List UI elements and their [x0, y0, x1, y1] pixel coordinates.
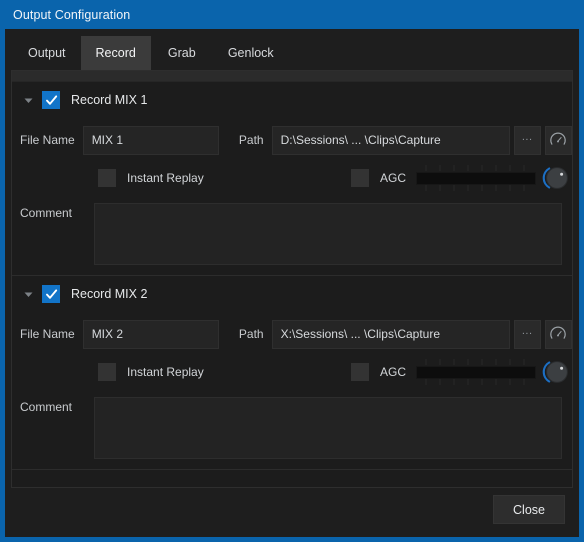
record-mix-2-options-row: Instant Replay AGC [12, 357, 572, 387]
record-mix-1-comment-row: Comment [12, 203, 572, 275]
record-mix-1-options-row: Instant Replay AGC [12, 163, 572, 193]
record-mix-2-instant-replay-checkbox[interactable] [98, 363, 116, 381]
tab-output[interactable]: Output [13, 36, 81, 70]
close-button[interactable]: Close [493, 495, 565, 524]
record-mix-1-instant-replay-label: Instant Replay [127, 171, 204, 185]
record-mix-2-gain-knob[interactable] [542, 357, 572, 387]
record-mix-2-agc-checkbox[interactable] [350, 363, 369, 381]
record-mix-1-comment-input[interactable] [94, 203, 562, 265]
record-mix-2-comment-label: Comment [20, 400, 73, 414]
record-mix-2-section: Record MIX 2 File Name MIX 2 Path X:\Ses… [12, 276, 572, 470]
record-mix-2-enable-checkbox[interactable] [42, 285, 60, 303]
record-mix-1-agc-label: AGC [379, 171, 406, 185]
record-mix-1-meter-bar [416, 171, 536, 185]
record-mix-2-path-label: Path [238, 327, 264, 341]
window-titlebar: Output Configuration [0, 0, 584, 29]
record-mix-1-comment-label: Comment [20, 206, 73, 220]
record-mix-1-section: Record MIX 1 File Name MIX 1 Path D:\Ses… [12, 82, 572, 276]
record-sections-scroll-area[interactable]: Record MIX 1 File Name MIX 1 Path D:\Ses… [12, 82, 572, 487]
record-mix-1-browse-button[interactable]: ... [513, 125, 541, 155]
triangle-down-icon[interactable] [20, 92, 36, 108]
record-mix-1-filename-label: File Name [20, 133, 75, 147]
gauge-icon [550, 326, 567, 339]
record-mix-2-agc-label: AGC [379, 365, 406, 379]
record-mix-2-meter-bar [416, 365, 536, 379]
record-mix-1-title: Record MIX 1 [71, 93, 148, 107]
tab-grab[interactable]: Grab [151, 36, 213, 70]
record-mix-1-instant-replay-checkbox[interactable] [98, 169, 116, 187]
record-mix-2-level-meter [416, 357, 536, 387]
record-mix-1-gauge-button[interactable] [544, 125, 572, 155]
tab-bar: Output Record Grab Genlock [5, 29, 579, 70]
window-body: Output Record Grab Genlock Record MIX 1 … [5, 29, 579, 537]
tab-genlock[interactable]: Genlock [213, 36, 289, 70]
panel-top-strip [12, 71, 572, 82]
ellipsis-icon: ... [521, 131, 533, 143]
record-settings-panel: Record MIX 1 File Name MIX 1 Path D:\Ses… [11, 70, 573, 488]
record-mix-2-path-input[interactable]: X:\Sessions\ ... \Clips\Capture [271, 319, 510, 349]
record-mix-2-filename-input[interactable]: MIX 2 [82, 319, 219, 349]
record-mix-2-gauge-button[interactable] [544, 319, 572, 349]
record-mix-2-title: Record MIX 2 [71, 287, 148, 301]
record-mix-2-instant-replay-label: Instant Replay [127, 365, 204, 379]
ellipsis-icon: ... [521, 325, 533, 337]
record-mix-1-level-meter [416, 163, 536, 193]
record-mix-2-browse-button[interactable]: ... [513, 319, 541, 349]
tab-record[interactable]: Record [80, 36, 151, 70]
triangle-down-icon[interactable] [20, 286, 36, 302]
dialog-footer: Close [5, 488, 579, 531]
record-mix-1-enable-checkbox[interactable] [42, 91, 60, 109]
record-mix-1-file-row: File Name MIX 1 Path D:\Sessions\ ... \C… [12, 125, 572, 155]
output-configuration-window: Output Configuration Output Record Grab … [0, 0, 584, 542]
record-mix-2-comment-row: Comment [12, 397, 572, 469]
record-mix-2-comment-input[interactable] [94, 397, 562, 459]
window-title: Output Configuration [13, 7, 131, 22]
record-mix-1-path-label: Path [238, 133, 264, 147]
record-mix-1-agc-checkbox[interactable] [350, 169, 369, 187]
record-mix-1-gain-knob[interactable] [542, 163, 572, 193]
record-mix-1-header: Record MIX 1 [12, 82, 572, 118]
record-mix-2-header: Record MIX 2 [12, 276, 572, 312]
record-mix-1-path-input[interactable]: D:\Sessions\ ... \Clips\Capture [271, 125, 510, 155]
record-mix-1-filename-input[interactable]: MIX 1 [82, 125, 219, 155]
gauge-icon [550, 132, 567, 145]
record-mix-2-file-row: File Name MIX 2 Path X:\Sessions\ ... \C… [12, 319, 572, 349]
record-mix-2-filename-label: File Name [20, 327, 75, 341]
